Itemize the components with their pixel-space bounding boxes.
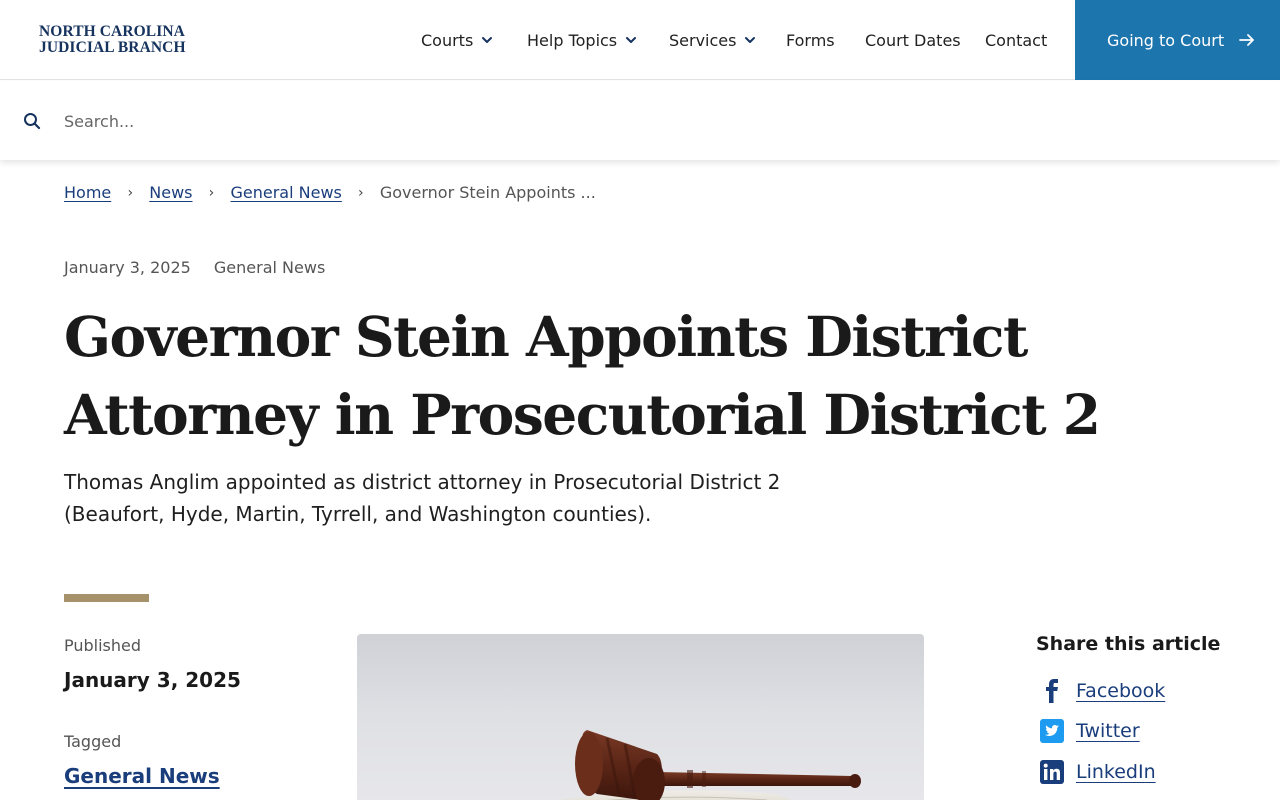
nav-court-dates[interactable]: Court Dates (865, 0, 961, 80)
share-linkedin[interactable]: LinkedIn (1038, 758, 1156, 786)
nav-services[interactable]: Services (669, 0, 758, 80)
site-header: NORTH CAROLINA JUDICIAL BRANCH Courts He… (0, 0, 1280, 80)
search-icon[interactable] (23, 112, 41, 130)
logo-line-2: JUDICIAL BRANCH (39, 39, 186, 56)
gavel-illustration (559, 730, 861, 800)
search-bar (0, 81, 1280, 160)
published-date: January 3, 2025 (64, 668, 241, 692)
article-image-gavel (357, 634, 924, 800)
accent-divider (64, 594, 149, 602)
facebook-icon (1038, 677, 1066, 705)
chevron-down-icon (745, 37, 756, 43)
nav-contact[interactable]: Contact (985, 0, 1047, 80)
article-category: General News (213, 258, 326, 277)
nav-contact-label: Contact (985, 30, 1048, 50)
share-linkedin-label: LinkedIn (1076, 761, 1156, 783)
chevron-down-icon (626, 37, 637, 43)
nav-courts-label: Courts (421, 30, 474, 50)
chevron-right-icon: › (127, 184, 134, 201)
share-facebook-label: Facebook (1076, 680, 1166, 702)
twitter-icon (1038, 717, 1066, 745)
article-lede: Thomas Anglim appointed as district atto… (64, 470, 781, 526)
arrow-right-icon (1239, 34, 1255, 46)
breadcrumb: Home › News › General News › Governor St… (64, 183, 596, 202)
breadcrumb-general-news[interactable]: General News (230, 183, 341, 202)
article-meta: January 3, 2025 General News (64, 258, 325, 277)
chevron-right-icon: › (358, 184, 364, 201)
linkedin-icon (1038, 758, 1066, 786)
nav-services-label: Services (669, 30, 737, 50)
article-date: January 3, 2025 (64, 258, 191, 277)
published-label: Published (64, 636, 142, 655)
nav-help-topics[interactable]: Help Topics (527, 0, 639, 80)
tagged-label: Tagged (64, 732, 122, 751)
nav-help-topics-label: Help Topics (527, 30, 618, 50)
going-to-court-label: Going to Court (1107, 30, 1225, 50)
chevron-right-icon: › (208, 184, 215, 201)
chevron-down-icon (482, 37, 493, 43)
nav-courts[interactable]: Courts (421, 0, 495, 80)
logo-line-1: NORTH CAROLINA (39, 23, 185, 40)
nav-forms[interactable]: Forms (786, 0, 835, 80)
breadcrumb-current: Governor Stein Appoints ... (379, 183, 596, 202)
search-input[interactable] (64, 107, 964, 135)
share-facebook[interactable]: Facebook (1038, 677, 1165, 705)
breadcrumb-home[interactable]: Home (64, 183, 111, 202)
page-title: Governor Stein Appoints District Attorne… (64, 304, 1101, 447)
tag-link-general-news[interactable]: General News (64, 764, 220, 788)
share-twitter[interactable]: Twitter (1038, 717, 1140, 745)
share-title: Share this article (1036, 633, 1221, 655)
share-twitter-label: Twitter (1076, 720, 1140, 742)
breadcrumb-news[interactable]: News (149, 183, 192, 202)
site-logo[interactable]: NORTH CAROLINA JUDICIAL BRANCH (39, 24, 186, 56)
nav-forms-label: Forms (786, 30, 835, 50)
going-to-court-button[interactable]: Going to Court (1075, 0, 1280, 80)
nav-court-dates-label: Court Dates (865, 30, 961, 50)
